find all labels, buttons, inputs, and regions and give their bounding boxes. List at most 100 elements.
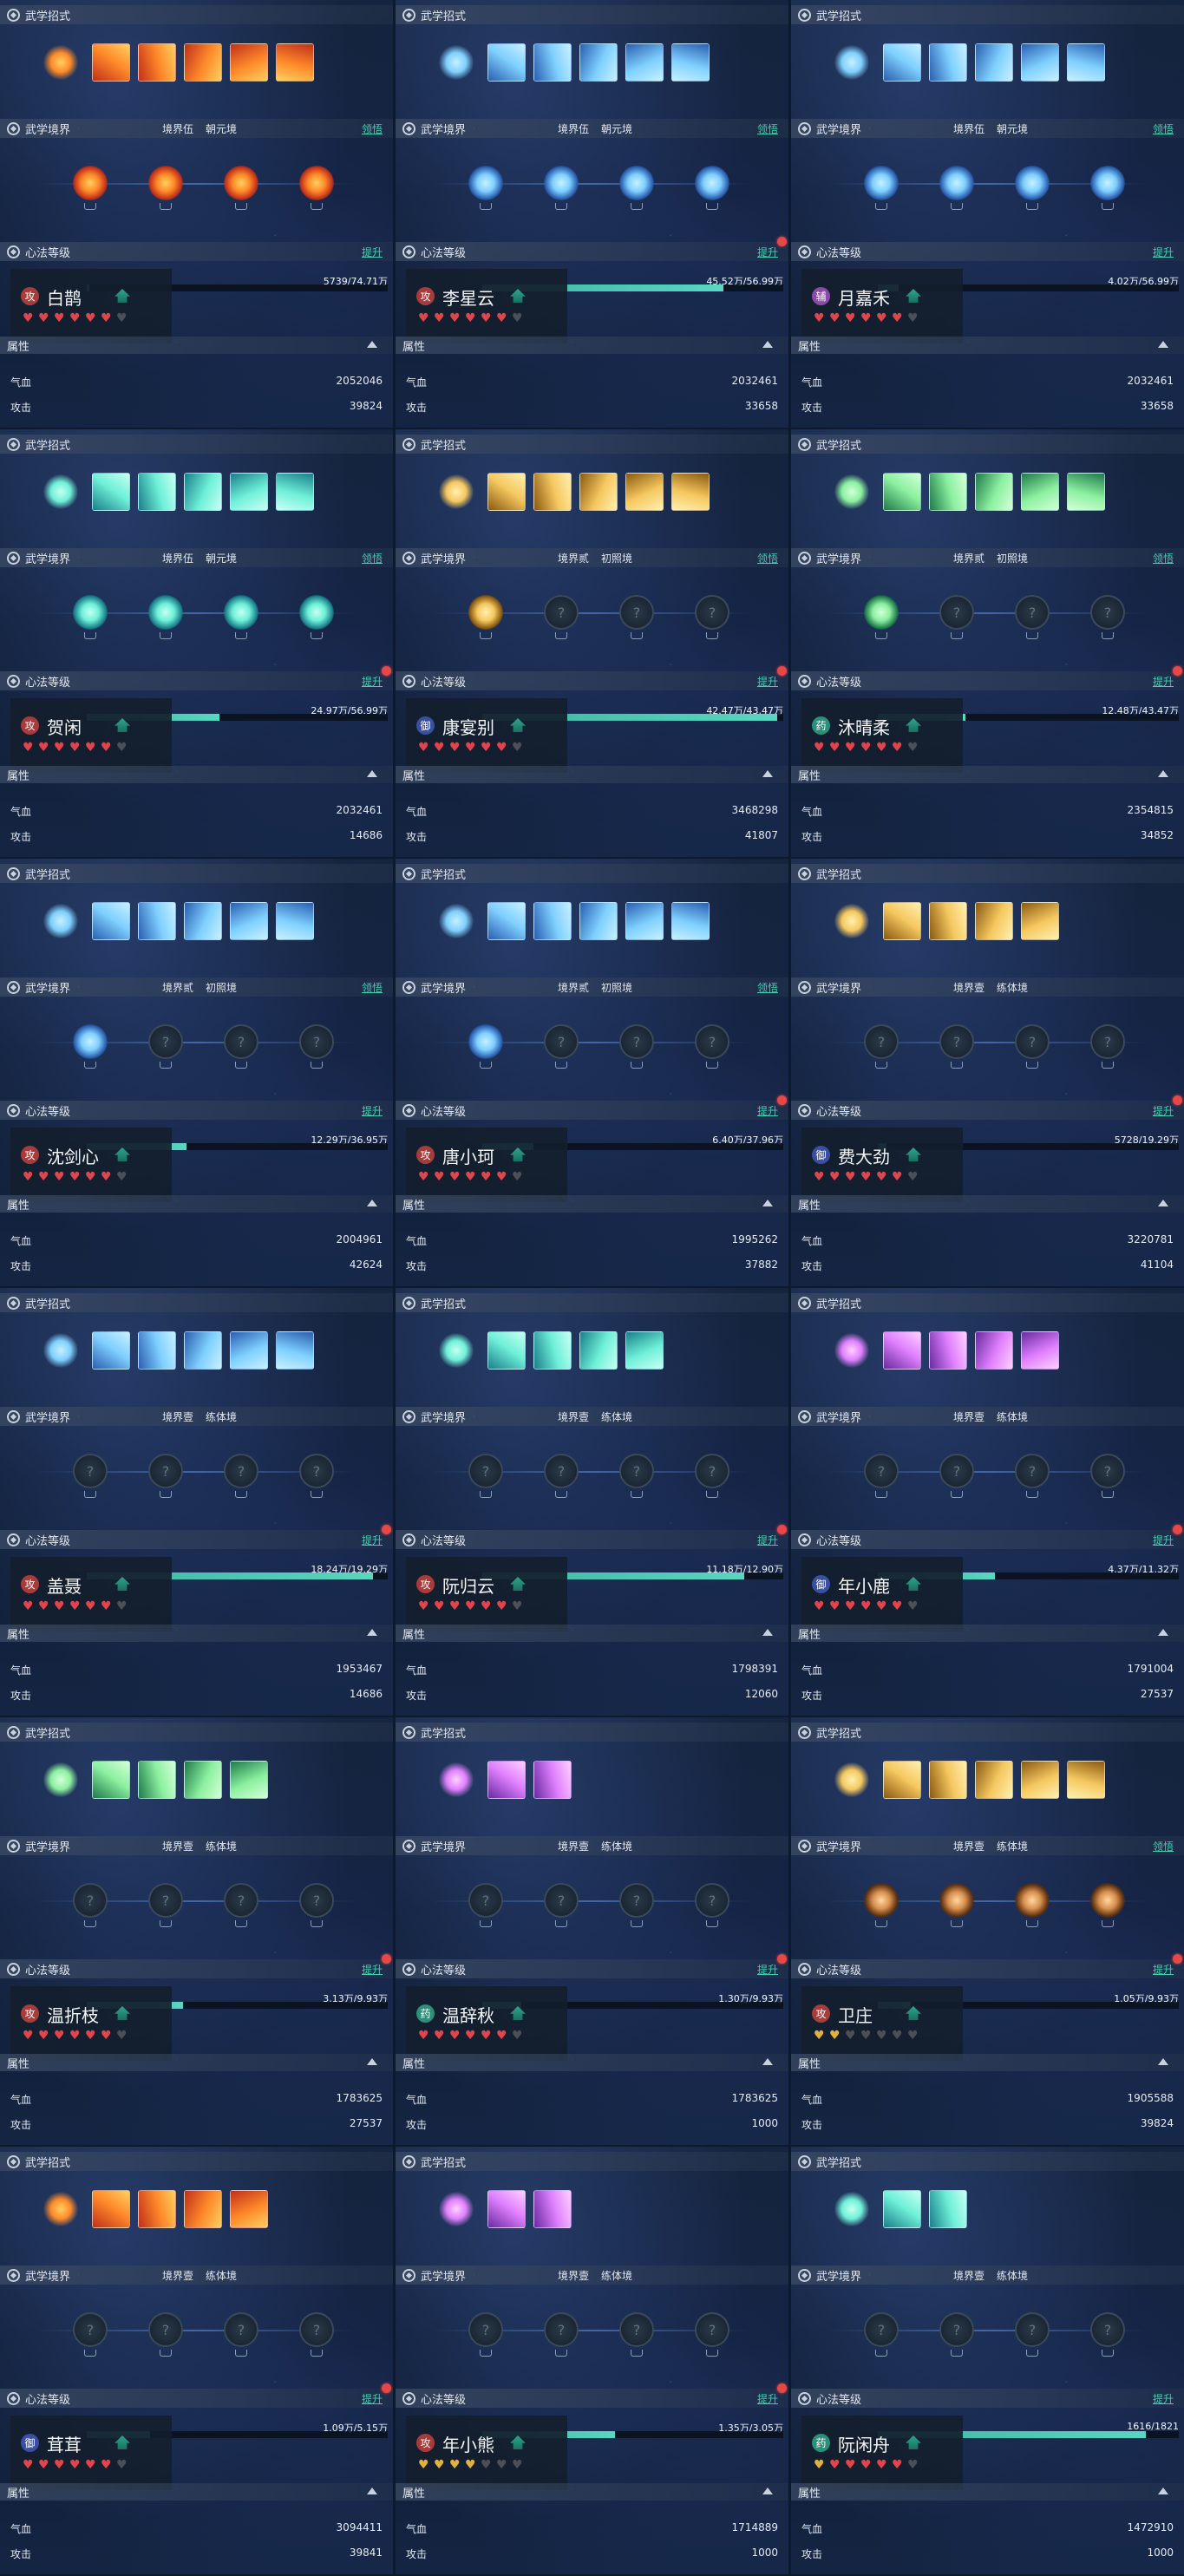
skill-icon-2[interactable] — [929, 1761, 967, 1799]
skill-icon-1[interactable] — [92, 902, 130, 940]
skill-main-icon[interactable] — [43, 45, 78, 80]
upgrade-link[interactable]: 提升 — [1153, 2391, 1174, 2406]
skill-icon-1[interactable] — [487, 473, 526, 511]
realm-node-locked-1[interactable] — [73, 1454, 108, 1488]
upgrade-link[interactable]: 提升 — [757, 674, 778, 689]
upgrade-link[interactable]: 提升 — [362, 1103, 383, 1118]
skill-main-icon[interactable] — [43, 904, 78, 938]
skill-icon-2[interactable] — [929, 1331, 967, 1370]
skill-icon-2[interactable] — [138, 473, 176, 511]
realm-node-locked-3[interactable] — [224, 1454, 258, 1488]
realm-node-lit-2[interactable] — [939, 166, 974, 200]
attributes-section-header[interactable]: 属性 — [0, 766, 393, 783]
realm-node-locked-4[interactable] — [695, 2312, 729, 2347]
upgrade-link[interactable]: 提升 — [1153, 1103, 1174, 1118]
realm-node-locked-3[interactable] — [1015, 1454, 1050, 1488]
collapse-arrow-icon[interactable] — [1158, 1629, 1168, 1636]
skill-icon-5[interactable] — [1067, 473, 1105, 511]
collapse-arrow-icon[interactable] — [367, 2488, 377, 2494]
skill-icon-3[interactable] — [579, 1331, 618, 1370]
upgrade-link[interactable]: 提升 — [362, 674, 383, 689]
skill-icon-3[interactable] — [184, 2190, 222, 2228]
collapse-arrow-icon[interactable] — [762, 341, 773, 348]
skill-icon-4[interactable] — [625, 473, 664, 511]
skill-icon-4[interactable] — [625, 43, 664, 82]
realm-node-lit-2[interactable] — [148, 166, 183, 200]
attributes-section-header[interactable]: 属性 — [396, 1625, 788, 1642]
realm-node-lit-4[interactable] — [1090, 1883, 1125, 1918]
attributes-section-header[interactable]: 属性 — [0, 337, 393, 354]
attributes-section-header[interactable]: 属性 — [396, 2483, 788, 2501]
skill-icon-4[interactable] — [230, 2190, 268, 2228]
upgrade-link[interactable]: 提升 — [757, 1962, 778, 1977]
realm-node-locked-3[interactable] — [619, 2312, 654, 2347]
upgrade-link[interactable]: 提升 — [1153, 245, 1174, 259]
attributes-section-header[interactable]: 属性 — [0, 2054, 393, 2071]
realm-node-locked-3[interactable] — [619, 1883, 654, 1918]
hero-nameplate[interactable]: 御 费大劲 ♥ ♥ ♥ ♥ ♥ ♥ ♥ — [801, 1128, 963, 1202]
realm-node-locked-3[interactable] — [619, 1454, 654, 1488]
skill-icon-5[interactable] — [276, 43, 314, 82]
skill-icon-4[interactable] — [230, 1761, 268, 1799]
realm-node-locked-3[interactable] — [224, 2312, 258, 2347]
attributes-section-header[interactable]: 属性 — [396, 766, 788, 783]
realm-node-locked-4[interactable] — [299, 2312, 334, 2347]
skill-main-icon[interactable] — [439, 45, 474, 80]
lingwu-link[interactable]: 领悟 — [362, 980, 383, 995]
realm-node-locked-1[interactable] — [73, 2312, 108, 2347]
skill-icon-2[interactable] — [533, 43, 572, 82]
realm-node-locked-2[interactable] — [939, 1454, 974, 1488]
realm-node-lit-3[interactable] — [224, 166, 258, 200]
hero-nameplate[interactable]: 攻 唐小珂 ♥ ♥ ♥ ♥ ♥ ♥ ♥ — [406, 1128, 567, 1202]
attributes-section-header[interactable]: 属性 — [791, 1625, 1184, 1642]
attributes-section-header[interactable]: 属性 — [791, 2054, 1184, 2071]
skill-icon-5[interactable] — [671, 473, 710, 511]
realm-node-locked-1[interactable] — [864, 1024, 899, 1059]
skill-icon-2[interactable] — [533, 1761, 572, 1799]
hero-nameplate[interactable]: 御 康宴别 ♥ ♥ ♥ ♥ ♥ ♥ ♥ — [406, 698, 567, 773]
skill-icon-4[interactable] — [230, 473, 268, 511]
skill-main-icon[interactable] — [834, 1333, 869, 1368]
realm-node-lit-2[interactable] — [148, 595, 183, 630]
upgrade-link[interactable]: 提升 — [362, 1533, 383, 1547]
skill-icon-1[interactable] — [883, 473, 921, 511]
attributes-section-header[interactable]: 属性 — [396, 2054, 788, 2071]
realm-node-lit-1[interactable] — [468, 166, 503, 200]
skill-icon-1[interactable] — [883, 2190, 921, 2228]
realm-node-lit-1[interactable] — [864, 1883, 899, 1918]
skill-icon-1[interactable] — [487, 43, 526, 82]
skill-icon-5[interactable] — [276, 473, 314, 511]
realm-node-locked-4[interactable] — [695, 1024, 729, 1059]
realm-node-lit-1[interactable] — [864, 595, 899, 630]
skill-icon-3[interactable] — [975, 1331, 1013, 1370]
realm-node-locked-4[interactable] — [299, 1454, 334, 1488]
collapse-arrow-icon[interactable] — [1158, 2058, 1168, 2065]
realm-node-locked-2[interactable] — [544, 2312, 579, 2347]
skill-icon-1[interactable] — [92, 2190, 130, 2228]
lingwu-link[interactable]: 领悟 — [757, 551, 778, 566]
realm-node-locked-2[interactable] — [544, 1024, 579, 1059]
realm-node-locked-4[interactable] — [299, 1024, 334, 1059]
realm-node-locked-4[interactable] — [1090, 1024, 1125, 1059]
realm-node-locked-4[interactable] — [695, 595, 729, 630]
skill-icon-4[interactable] — [230, 1331, 268, 1370]
hero-nameplate[interactable]: 辅 月嘉禾 ♥ ♥ ♥ ♥ ♥ ♥ ♥ — [801, 269, 963, 343]
hero-nameplate[interactable]: 药 温辞秋 ♥ ♥ ♥ ♥ ♥ ♥ ♥ — [406, 1986, 567, 2061]
skill-icon-4[interactable] — [1021, 1331, 1059, 1370]
realm-node-locked-3[interactable] — [224, 1024, 258, 1059]
skill-icon-4[interactable] — [625, 1331, 664, 1370]
skill-main-icon[interactable] — [439, 2192, 474, 2226]
skill-icon-2[interactable] — [138, 43, 176, 82]
skill-icon-2[interactable] — [138, 2190, 176, 2228]
lingwu-link[interactable]: 领悟 — [757, 980, 778, 995]
skill-icon-2[interactable] — [929, 2190, 967, 2228]
skill-icon-3[interactable] — [579, 902, 618, 940]
skill-icon-1[interactable] — [92, 43, 130, 82]
attributes-section-header[interactable]: 属性 — [791, 337, 1184, 354]
lingwu-link[interactable]: 领悟 — [1153, 1839, 1174, 1854]
upgrade-link[interactable]: 提升 — [757, 245, 778, 259]
skill-main-icon[interactable] — [834, 2192, 869, 2226]
skill-icon-3[interactable] — [975, 1761, 1013, 1799]
realm-node-locked-2[interactable] — [544, 1454, 579, 1488]
skill-icon-2[interactable] — [138, 1761, 176, 1799]
